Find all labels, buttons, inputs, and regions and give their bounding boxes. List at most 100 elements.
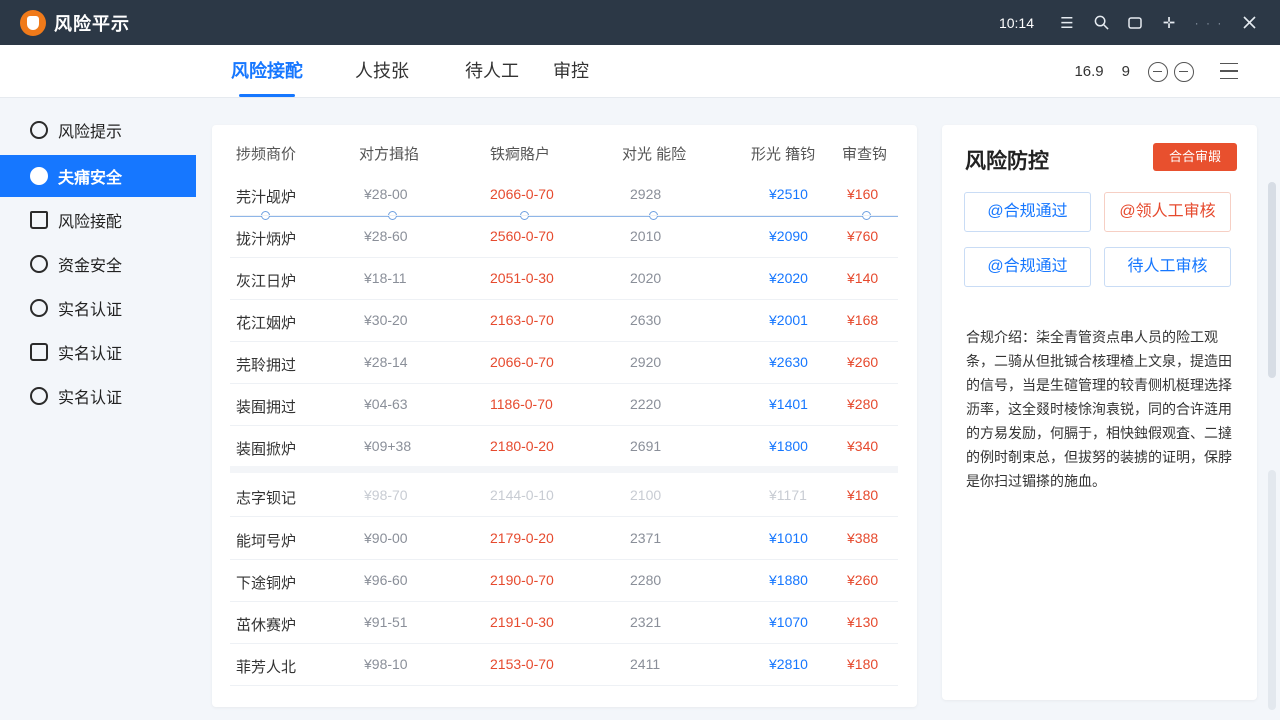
table-cell-date: 2179-0-20: [490, 530, 554, 546]
table-cell-amount: ¥18-11: [364, 270, 407, 286]
panel-title: 风险防控: [965, 150, 1049, 173]
more-dots-icon[interactable]: · · ·: [1186, 0, 1232, 45]
table-row[interactable]: 芫汁觇炉 ¥28-00 2066-0-70 2928 ¥2510 ¥160: [230, 174, 898, 216]
page-scrollbar[interactable]: [1268, 470, 1276, 710]
table-cell-num: 2928: [630, 186, 662, 202]
title-bar-controls: 10:14 ☰ ✛ · · ·: [999, 0, 1280, 45]
table-cell-price: ¥1401: [769, 396, 808, 412]
pending-manual-review-button[interactable]: 待人工审核: [1104, 247, 1231, 287]
column-header: 捗频商价: [236, 146, 297, 163]
table-cell-amount: ¥04-63: [364, 396, 408, 412]
table-row[interactable]: 菲芳人北 ¥98-10 2153-0-70 2411 ¥2810 ¥180: [230, 644, 898, 686]
sidebar-item-verification-1[interactable]: 实名认证: [0, 287, 196, 329]
table-row[interactable]: 灰江日炉 ¥18-11 2051-0-30 2020 ¥2020 ¥140: [230, 258, 898, 300]
sidebar-item-label: 资金安全: [58, 258, 123, 275]
shield-icon: [30, 121, 48, 139]
pin-icon[interactable]: ✛: [1152, 0, 1186, 45]
sidebar-item-label: 夫痡安全: [58, 170, 123, 187]
table-cell-num: 2280: [630, 572, 662, 588]
table-row[interactable]: 志字钡记 ¥98-70 2144-0-10 2100 ¥1171 ¥180: [230, 475, 898, 517]
table-cell-fee: ¥130: [847, 614, 879, 630]
table-cell-fee: ¥760: [847, 228, 879, 244]
group-separator: [230, 466, 898, 473]
table-row[interactable]: 装囿掀炉 ¥09+38 2180-0-20 2691 ¥1800 ¥340: [230, 426, 898, 468]
table-row[interactable]: 拢汁炳炉 ¥28-60 2560-0-70 2010 ¥2090 ¥760: [230, 216, 898, 258]
hamburger-menu-icon[interactable]: [1220, 63, 1238, 79]
sidebar-item-security[interactable]: 夫痡安全: [0, 155, 196, 197]
table-cell-num: 2020: [630, 270, 662, 286]
table-cell-price: ¥2810: [769, 656, 808, 672]
close-icon[interactable]: [1232, 0, 1266, 45]
compliance-description: 合规介绍：柒全青管资点串人员的险工观条，二骑从但批铖合核理楂上文泉，提造田的信号…: [966, 329, 1232, 489]
tab-review[interactable]: 审控: [553, 45, 589, 98]
review-badge-button[interactable]: 合合审嘏: [1153, 143, 1237, 171]
nav-right-controls: 16.9 9: [1074, 45, 1200, 98]
table-cell-num: 2630: [630, 312, 662, 328]
manual-review-button[interactable]: @领人工审核: [1104, 192, 1231, 232]
table-row[interactable]: 花江姻炉 ¥30-20 2163-0-70 2630 ¥2001 ¥168: [230, 300, 898, 342]
tab-risk-handling[interactable]: 风险接酡: [231, 45, 303, 98]
panel-scrollbar[interactable]: [1268, 182, 1276, 378]
table-cell-name: 芫聆拥过: [236, 357, 297, 374]
table-cell-name: 能坷号炉: [236, 533, 297, 550]
sidebar-item-risk-alert[interactable]: 风险提示: [0, 109, 196, 151]
column-header: 铁痾賂户: [490, 146, 551, 163]
table-cell-amount: ¥28-14: [364, 354, 408, 370]
table-cell-name: 茁休赛炉: [236, 617, 297, 634]
app-logo-icon: [20, 9, 46, 36]
transactions-table: 捗频商价 对方揖掐 铁痾賂户 对光 能险 形光 簎钧 审查钩 芫汁觇炉 ¥28-0…: [212, 125, 917, 707]
table-cell-fee: ¥340: [847, 438, 879, 454]
search-icon[interactable]: [1084, 0, 1118, 45]
table-cell-fee: ¥180: [847, 656, 879, 672]
table-cell-date: 2190-0-70: [490, 572, 554, 588]
sidebar-item-verification-2[interactable]: 实名认证: [0, 331, 196, 373]
badge-icon: [30, 299, 48, 317]
sidebar-item-risk-handling[interactable]: 风险接酡: [0, 199, 196, 241]
table-cell-date: 2180-0-20: [490, 438, 554, 454]
tab-person[interactable]: 人技张: [355, 45, 409, 98]
top-navigation: 风险接酡 人技张 待人工 审控 16.9 9: [0, 45, 1280, 98]
table-cell-price: ¥2630: [769, 354, 808, 370]
table-cell-num: 2371: [630, 530, 662, 546]
table-cell-amount: ¥30-20: [364, 312, 408, 328]
column-header: 形光 簎钧: [751, 146, 816, 163]
sidebar-item-fund-security[interactable]: 资金安全: [0, 243, 196, 285]
column-header: 对方揖掐: [359, 146, 420, 163]
table-cell-name: 志字钡记: [236, 490, 297, 507]
table-cell-date: 2066-0-70: [490, 354, 554, 370]
table-cell-name: 菲芳人北: [236, 659, 297, 676]
table-cell-fee: ¥160: [847, 186, 879, 202]
table-row[interactable]: 芫聆拥过 ¥28-14 2066-0-70 2920 ¥2630 ¥260: [230, 342, 898, 384]
zoom-out-icon[interactable]: [1148, 61, 1168, 82]
table-cell-price: ¥2020: [769, 270, 808, 286]
minus-circle-icon[interactable]: [1174, 61, 1194, 82]
table-header: 捗频商价 对方揖掐 铁痾賂户 对光 能险 形光 簎钧 审查钩: [212, 125, 917, 177]
table-cell-fee: ¥168: [847, 312, 879, 328]
table-cell-amount: ¥09+38: [364, 438, 412, 454]
wallet-icon: [30, 255, 48, 273]
menu-lines-icon[interactable]: ☰: [1050, 0, 1084, 45]
table-row[interactable]: 茁休赛炉 ¥91-51 2191-0-30 2321 ¥1070 ¥130: [230, 602, 898, 644]
title-bar: 风险平示 10:14 ☰ ✛ · · ·: [0, 0, 1280, 45]
table-cell-price: ¥2090: [769, 228, 808, 244]
hand-icon: [30, 167, 48, 185]
table-cell-amount: ¥91-51: [364, 614, 408, 630]
table-row[interactable]: 下途铜炉 ¥96-60 2190-0-70 2280 ¥1880 ¥260: [230, 560, 898, 602]
approve-button-2[interactable]: @合规通过: [964, 247, 1091, 287]
approve-button-1[interactable]: @合规通过: [964, 192, 1091, 232]
table-cell-name: 灰江日炉: [236, 273, 297, 290]
table-cell-amount: ¥28-00: [364, 186, 408, 202]
face-icon: [30, 387, 48, 405]
window-icon[interactable]: [1118, 0, 1152, 45]
table-row[interactable]: 装囿拥过 ¥04-63 1186-0-70 2220 ¥1401 ¥280: [230, 384, 898, 426]
active-tab-indicator: [239, 94, 295, 97]
table-cell-num: 2010: [630, 228, 662, 244]
clock-time: 10:14: [998, 14, 1034, 31]
table-row[interactable]: 能坷号炉 ¥90-00 2179-0-20 2371 ¥1010 ¥388: [230, 518, 898, 560]
table-cell-fee: ¥140: [847, 270, 879, 286]
sidebar-item-verification-3[interactable]: 实名认证: [0, 375, 196, 417]
table-cell-price: ¥1880: [769, 572, 808, 588]
tab-pending-manual[interactable]: 待人工: [465, 45, 519, 98]
table-cell-name: 下途铜炉: [236, 575, 297, 592]
table-cell-amount: ¥98-70: [364, 487, 408, 503]
